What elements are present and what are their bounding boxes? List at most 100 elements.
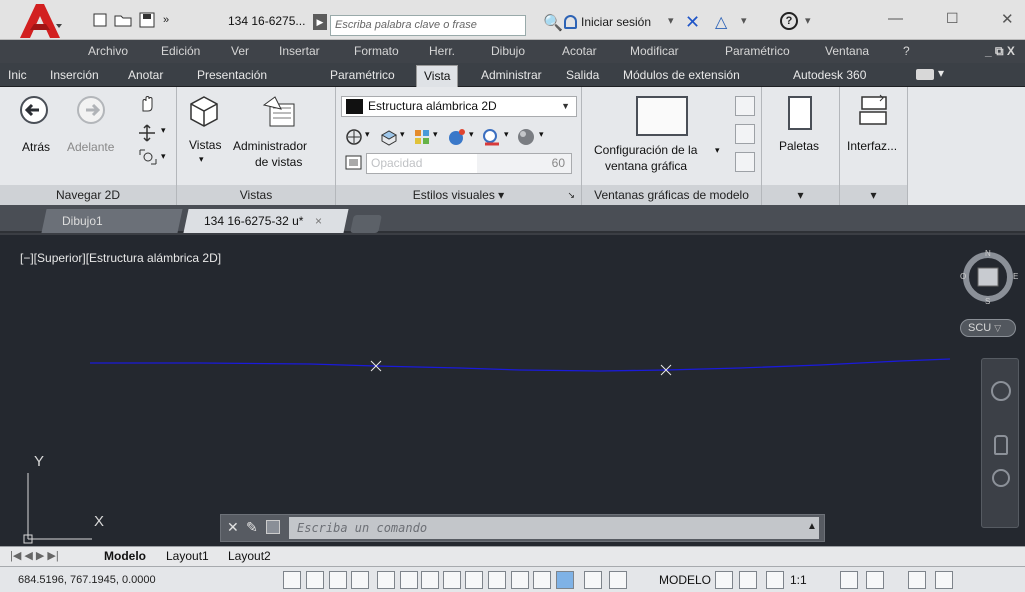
search-input[interactable]: Escriba palabra clave o frase (330, 15, 526, 36)
named-viewports-icon[interactable] (735, 96, 755, 116)
application-menu-button[interactable] (16, 2, 66, 42)
annotation-visibility-icon[interactable] (766, 571, 784, 589)
zoom-extents-dropdown-icon[interactable]: ▾ (161, 151, 166, 162)
tab-options-dropdown-icon[interactable]: ▾ (938, 66, 944, 80)
viewcube-west[interactable]: O (960, 272, 966, 281)
signin-button[interactable]: Iniciar sesión (564, 15, 651, 29)
close-tab-icon[interactable]: × (315, 214, 322, 228)
opacity-icon[interactable] (344, 153, 364, 173)
new-file-icon[interactable] (90, 10, 110, 30)
featured-apps-icon[interactable] (916, 69, 934, 80)
shadows-icon[interactable] (379, 127, 399, 147)
layout-tab-layout1[interactable]: Layout1 (166, 549, 209, 563)
steering-wheel-icon[interactable] (991, 381, 1011, 401)
user-interface-icon[interactable] (856, 93, 890, 127)
paper-space-icon[interactable] (715, 571, 733, 589)
tab-modulos-extension[interactable]: Módulos de extensión (623, 68, 740, 82)
zoom-extents-icon[interactable] (137, 147, 159, 167)
document-window-controls[interactable]: _ ⧉ X (985, 44, 1015, 59)
osnap-3d-icon[interactable] (400, 571, 418, 589)
user-interface-label[interactable]: Interfaz... (847, 139, 897, 153)
menu-formato[interactable]: Formato (354, 44, 399, 58)
restore-viewports-icon[interactable] (735, 152, 755, 172)
quick-properties-icon[interactable] (609, 571, 627, 589)
clean-screen-icon[interactable] (935, 571, 953, 589)
menu-dibujo[interactable]: Dibujo (491, 44, 525, 58)
zoom-realtime-icon[interactable] (137, 123, 157, 143)
viewcube-north[interactable]: N (985, 249, 991, 258)
doc-tab-active[interactable]: 134 16-6275-32 u* × (183, 209, 349, 233)
back-arrow-icon[interactable] (19, 95, 49, 125)
menu-edicion[interactable]: Edición (161, 44, 200, 58)
palettes-label[interactable]: Paletas (779, 139, 819, 153)
viewport-config-dropdown-icon[interactable]: ▾ (715, 145, 720, 156)
tab-autodesk-360[interactable]: Autodesk 360 (793, 68, 866, 82)
menu-parametrico[interactable]: Paramétrico (725, 44, 790, 58)
polar-tracking-icon[interactable] (377, 571, 395, 589)
annotation-scale[interactable]: 1:1 (790, 573, 807, 587)
tab-parametrico[interactable]: Paramétrico (330, 68, 395, 82)
palettes-icon[interactable] (788, 96, 812, 130)
title-expand-arrow-icon[interactable]: ▶ (313, 14, 327, 30)
signin-dropdown-icon[interactable]: ▾ (668, 14, 674, 27)
save-disk-icon[interactable] (137, 10, 157, 30)
edge-effects-icon[interactable] (412, 127, 432, 147)
new-tab-icon[interactable] (350, 215, 382, 233)
help-dropdown-icon[interactable]: ▾ (805, 14, 811, 27)
isolate-objects-icon[interactable] (908, 571, 926, 589)
visual-style-dropdown[interactable]: Estructura alámbrica 2D ▼ (341, 96, 577, 117)
dialog-launcher-icon[interactable]: ↘ (567, 185, 575, 205)
cross-icon[interactable] (511, 571, 529, 589)
coordinates-readout[interactable]: 684.5196, 767.1945, 0.0000 (18, 574, 156, 586)
back-label[interactable]: Atrás (22, 140, 50, 154)
exchange-apps-icon[interactable]: ✕ (685, 12, 700, 33)
face-style-dropdown-icon[interactable]: ▾ (504, 129, 509, 140)
menu-herr[interactable]: Herr. (429, 44, 455, 58)
ortho-mode-icon[interactable] (351, 571, 369, 589)
auto-scale-icon[interactable] (840, 571, 858, 589)
menu-ventana[interactable]: Ventana (825, 44, 869, 58)
pan-hand-icon[interactable] (138, 93, 156, 113)
viewport-config-icon[interactable] (636, 96, 688, 136)
panel-title-estilos[interactable]: Estilos visuales ▾ ↘ (336, 185, 581, 205)
close-window-icon[interactable]: ✕ (1001, 10, 1014, 28)
viewcube-east[interactable]: E (1013, 272, 1018, 281)
menu-acotar[interactable]: Acotar (562, 44, 597, 58)
a360-dropdown-icon[interactable]: ▾ (741, 14, 747, 27)
viewport-config-label-2[interactable]: ventana gráfica (605, 159, 687, 173)
views-dropdown-icon[interactable]: ▾ (199, 154, 204, 165)
help-icon[interactable]: ? (780, 12, 798, 30)
sphere-lighting-icon[interactable] (516, 127, 538, 147)
dynamic-ucs-icon[interactable] (443, 571, 461, 589)
tab-administrar[interactable]: Administrar (481, 68, 542, 82)
layout-tab-layout2[interactable]: Layout2 (228, 549, 271, 563)
minimize-window-icon[interactable]: — (888, 10, 903, 27)
drawing-area[interactable]: [−][Superior][Estructura alámbrica 2D] Y… (0, 235, 1025, 572)
tab-vista[interactable]: Vista (416, 65, 459, 88)
recent-commands-icon[interactable] (266, 520, 280, 534)
viewcube[interactable]: N O E S (958, 245, 1020, 309)
command-history-arrow-icon[interactable]: ▲ (807, 521, 817, 532)
face-style-icon[interactable] (481, 127, 503, 147)
quick-view-layouts-icon[interactable] (739, 571, 757, 589)
layout-tab-modelo[interactable]: Modelo (104, 549, 146, 563)
menu-ver[interactable]: Ver (231, 44, 249, 58)
view-manager-label-2[interactable]: de vistas (255, 155, 302, 169)
command-input[interactable]: Escriba un comando (289, 517, 819, 539)
open-folder-icon[interactable] (113, 10, 133, 30)
xray-icon[interactable] (344, 127, 364, 147)
menu-modificar[interactable]: Modificar (630, 44, 679, 58)
zoom-dropdown-icon[interactable]: ▾ (161, 125, 166, 136)
transparency-icon[interactable] (533, 571, 551, 589)
viewport-config-label-1[interactable]: Configuración de la (594, 143, 697, 157)
doc-tab-dibujo1[interactable]: Dibujo1 (41, 209, 183, 233)
lineweight-icon[interactable] (488, 571, 506, 589)
opacity-slider[interactable]: Opacidad 60 (366, 153, 572, 174)
object-snap-icon[interactable] (421, 571, 439, 589)
tab-presentacion[interactable]: Presentación (197, 68, 267, 82)
workspace-gear-icon[interactable] (866, 571, 884, 589)
sphere-lighting-dropdown-icon[interactable]: ▾ (539, 129, 544, 140)
panel-title-interfaz[interactable]: ▾ (840, 185, 907, 205)
object-tracking-icon[interactable] (465, 571, 483, 589)
zoom-extents-nav-icon[interactable] (992, 469, 1010, 487)
